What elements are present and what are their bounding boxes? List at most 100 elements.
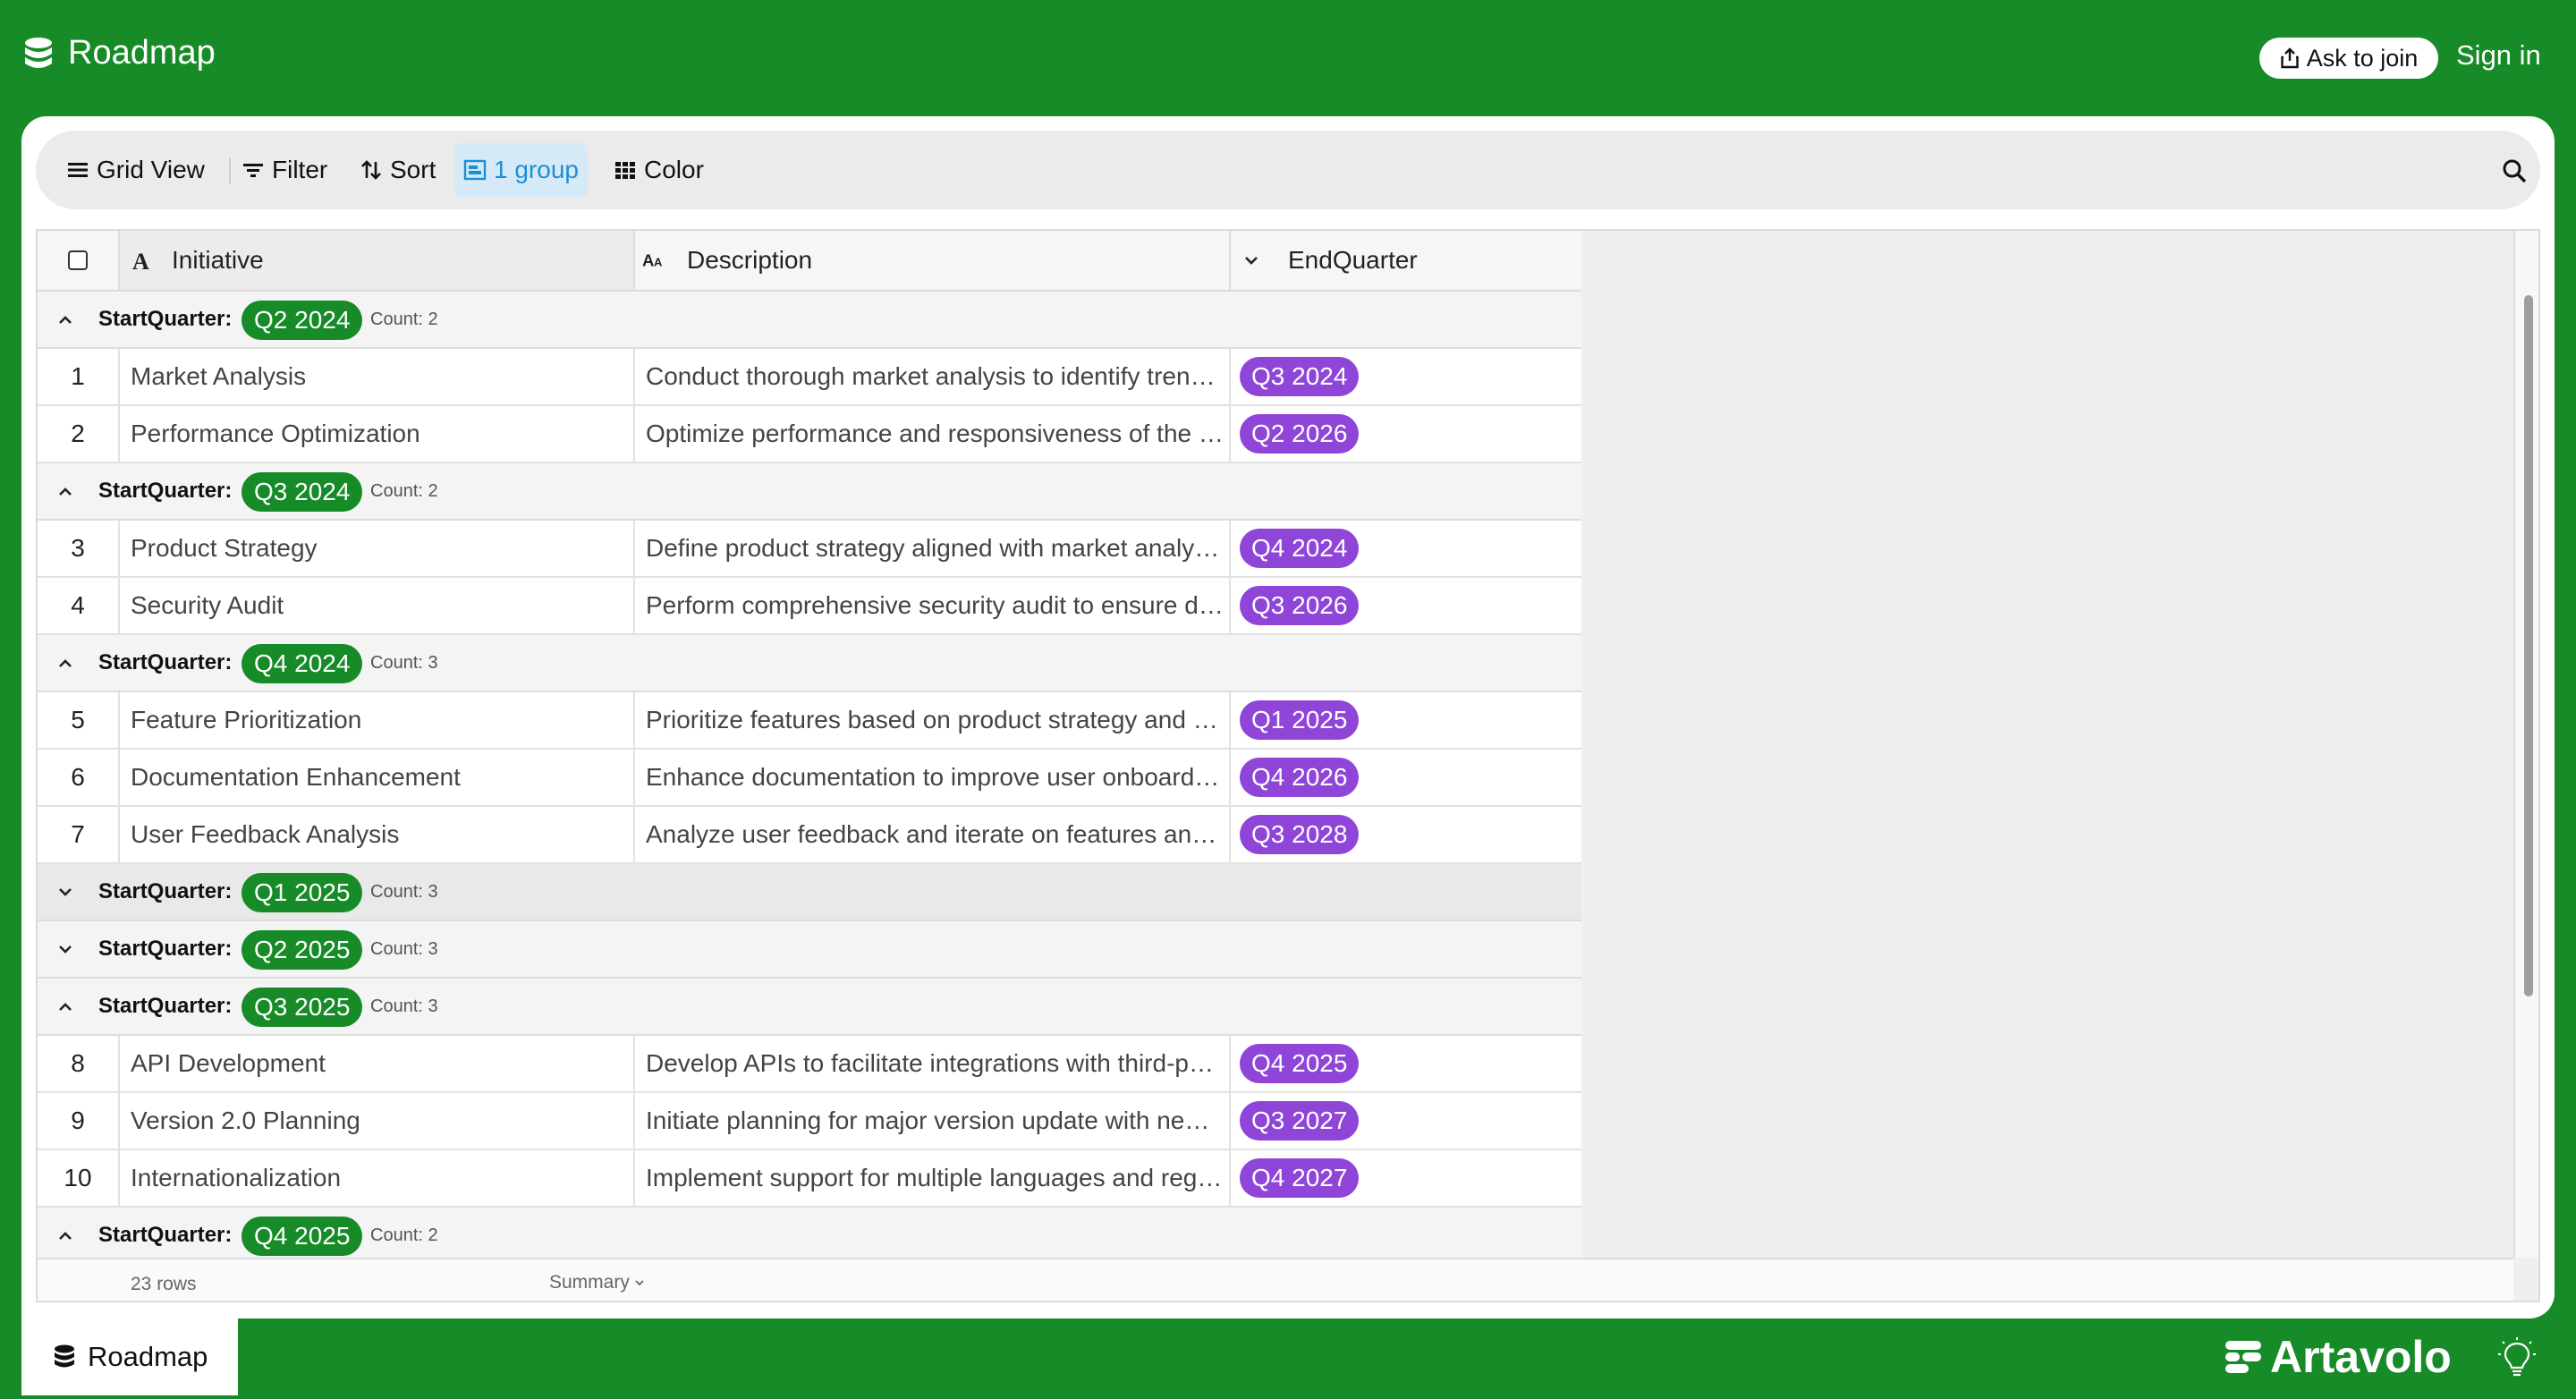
group-header-row[interactable]: StartQuarter: Q1 2025 Count: 3 [38,864,1581,921]
column-header-initiative[interactable]: A Initiative [120,231,635,290]
group-field-label: StartQuarter: [98,307,233,331]
cell-initiative[interactable]: Version 2.0 Planning [120,1093,635,1149]
cell-initiative[interactable]: API Development [120,1036,635,1091]
filter-button[interactable]: Filter [242,148,327,191]
table-row[interactable]: 10 Internationalization Implement support … [38,1150,1581,1208]
sort-button[interactable]: Sort [360,148,436,191]
table-row[interactable]: 7 User Feedback Analysis Analyze user feed… [38,807,1581,864]
chevron-up-icon[interactable] [55,1225,75,1245]
group-header-row[interactable]: StartQuarter: Q3 2025 Count: 3 [38,979,1581,1036]
logo-text: Artavolo [2270,1332,2452,1382]
group-value-pill: Q4 2024 [242,644,363,683]
table-row[interactable]: 4 Security Audit Perform comprehensive sec… [38,578,1581,635]
cell-initiative[interactable]: Feature Prioritization [120,692,635,748]
color-button[interactable]: Color [614,148,704,191]
group-header-row[interactable]: StartQuarter: Q2 2024 Count: 2 [38,292,1581,349]
group-value-pill: Q4 2025 [242,1217,363,1256]
chevron-up-icon[interactable] [55,309,75,329]
cell-initiative[interactable]: Documentation Enhancement [120,750,635,805]
end-quarter-pill: Q1 2025 [1240,700,1360,740]
sheet-tab-label: Roadmap [88,1341,208,1372]
grid-view-button[interactable]: Grid View [66,148,205,191]
cell-initiative[interactable]: Market Analysis [120,349,635,404]
cell-description[interactable]: Enhance documentation to improve user on… [635,750,1231,805]
cell-end-quarter[interactable]: Q4 2027 [1231,1150,1553,1206]
scrollbar-thumb[interactable] [2524,295,2533,996]
cell-description[interactable]: Define product strategy aligned with mar… [635,521,1231,576]
chevron-up-icon[interactable] [55,653,75,673]
table-row[interactable]: 6 Documentation Enhancement Enhance docume… [38,750,1581,807]
select-all-checkbox[interactable] [68,250,88,270]
cell-end-quarter[interactable]: Q3 2027 [1231,1093,1553,1149]
sign-in-link[interactable]: Sign in [2456,39,2541,72]
row-number: 5 [38,692,120,748]
chevron-up-icon[interactable] [55,996,75,1016]
cell-end-quarter[interactable]: Q4 2024 [1231,521,1553,576]
chevron-up-icon[interactable] [55,481,75,501]
artavolo-logo[interactable]: Artavolo [2224,1331,2452,1383]
table-row[interactable]: 1 Market Analysis Conduct thorough market … [38,349,1581,406]
group-count: Count: 3 [370,996,438,1016]
row-number: 8 [38,1036,120,1091]
table-row[interactable]: 2 Performance Optimization Optimize perfor… [38,406,1581,463]
grid-footer: 23 rows Summary [38,1258,2513,1301]
search-icon[interactable] [2501,157,2528,184]
cell-description[interactable]: Conduct thorough market analysis to iden… [635,349,1231,404]
cell-initiative[interactable]: Internationalization [120,1150,635,1206]
cell-end-quarter[interactable]: Q3 2026 [1231,578,1553,633]
svg-text:A: A [132,249,149,272]
cell-description[interactable]: Develop APIs to facilitate integrations … [635,1036,1231,1091]
group-count: Count: 3 [370,652,438,673]
table-row[interactable]: 8 API Development Develop APIs to facilita… [38,1036,1581,1093]
text-field-icon: A [132,249,149,272]
chevron-down-icon [635,1280,644,1286]
cell-description[interactable]: Initiate planning for major version upda… [635,1093,1231,1149]
cell-end-quarter[interactable]: Q2 2026 [1231,406,1553,462]
table-row[interactable]: 3 Product Strategy Define product strategy… [38,521,1581,578]
vertical-scrollbar[interactable] [2513,231,2538,1258]
cell-end-quarter[interactable]: Q1 2025 [1231,692,1553,748]
cell-initiative[interactable]: Performance Optimization [120,406,635,462]
description-text: Perform comprehensive security audit to … [646,591,1224,619]
group-header-row[interactable]: StartQuarter: Q2 2025 Count: 3 [38,921,1581,979]
group-header-row[interactable]: StartQuarter: Q4 2025 Count: 2 [38,1208,1581,1265]
group-header-row[interactable]: StartQuarter: Q4 2024 Count: 3 [38,635,1581,692]
chevron-down-icon[interactable] [55,882,75,902]
cell-description[interactable]: Prioritize features based on product str… [635,692,1231,748]
cell-description[interactable]: Optimize performance and responsiveness … [635,406,1231,462]
lightbulb-icon[interactable] [2497,1336,2537,1381]
cell-end-quarter[interactable]: Q3 2024 [1231,349,1553,404]
summary-dropdown[interactable]: Summary [549,1272,646,1293]
group-field-label: StartQuarter: [98,994,233,1018]
column-header-description[interactable]: AA Description [635,231,1231,290]
ask-to-join-button[interactable]: Ask to join [2259,38,2438,79]
group-header-row[interactable]: StartQuarter: Q3 2024 Count: 2 [38,463,1581,521]
sort-label: Sort [390,156,436,183]
group-button[interactable]: 1 group [454,143,588,197]
chevron-down-icon[interactable] [55,939,75,959]
row-number: 6 [38,750,120,805]
cell-end-quarter[interactable]: Q4 2025 [1231,1036,1553,1091]
cell-initiative[interactable]: Security Audit [120,578,635,633]
cell-initiative[interactable]: Product Strategy [120,521,635,576]
toolbar-divider [229,157,231,184]
group-count: Count: 3 [370,881,438,902]
row-number: 10 [38,1150,120,1206]
artavolo-logo-icon [2225,1341,2261,1373]
cell-description[interactable]: Implement support for multiple languages… [635,1150,1231,1206]
cell-end-quarter[interactable]: Q3 2028 [1231,807,1553,862]
end-quarter-pill: Q3 2026 [1240,586,1360,625]
group-field-label: StartQuarter: [98,479,233,503]
filter-label: Filter [272,156,328,183]
column-header-end-quarter[interactable]: EndQuarter [1231,231,1581,290]
cell-end-quarter[interactable]: Q4 2026 [1231,750,1553,805]
group-label: 1 group [494,156,579,183]
cell-description[interactable]: Analyze user feedback and iterate on fea… [635,807,1231,862]
cell-description[interactable]: Perform comprehensive security audit to … [635,578,1231,633]
table-row[interactable]: 5 Feature Prioritization Prioritize featur… [38,692,1581,750]
sheet-tab-roadmap[interactable]: Roadmap [21,1318,238,1395]
table-row[interactable]: 9 Version 2.0 Planning Initiate planning f… [38,1093,1581,1150]
cell-initiative[interactable]: User Feedback Analysis [120,807,635,862]
group-value-pill: Q1 2025 [242,873,363,912]
database-icon [25,37,52,68]
